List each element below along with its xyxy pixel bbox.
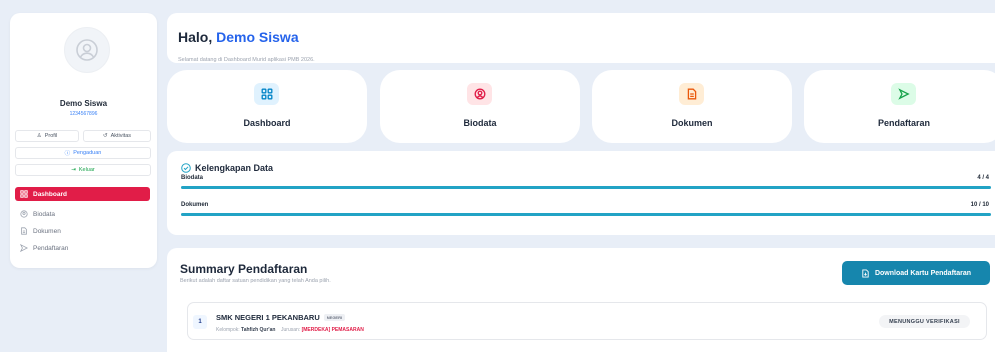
user-circle-icon [20,210,28,218]
card-icon-wrap [467,83,492,105]
card-label: Dokumen [671,118,713,128]
greeting-prefix: Halo, [178,29,213,45]
card-biodata[interactable]: Biodata [380,70,580,143]
send-icon [897,88,910,100]
logout-icon: ⇥ [71,167,76,173]
keluar-label: Keluar [78,167,95,173]
card-dashboard[interactable]: Dashboard [167,70,367,143]
file-icon [21,227,27,235]
file-icon [687,88,696,100]
school-name: SMK NEGERI 1 PEKANBARU [216,313,320,322]
history-icon: ↺ [102,133,108,139]
profil-label: Profil [44,133,58,139]
user-name: Demo Siswa [59,99,108,108]
send-icon [20,244,28,252]
kelengkapan-panel: Kelengkapan Data Biodata 4 / 4 Dokumen 1… [167,151,995,235]
jurusan-label: Jurusan: [281,327,301,333]
sidebar: Demo Siswa 1234567896 ♙ Profil ↺ Aktivit… [10,13,157,268]
sidebar-item-biodata[interactable]: Biodata [15,207,150,221]
biodata-progress-fill [181,186,991,189]
dokumen-progress-count: 10 / 10 [970,202,989,208]
sidebar-item-label: Biodata [33,210,56,218]
profil-button[interactable]: ♙ Profil [15,130,79,142]
user-id: 1234567896 [69,111,98,117]
school-meta: Kelompok: Tahfizh Qur'an Jurusan: [MERDE… [216,327,364,333]
check-circle-icon [181,163,191,173]
user-circle-icon [474,88,485,100]
summary-title: Summary Pendaftaran [180,262,308,276]
user-avatar-icon [76,39,98,61]
sidebar-item-label: Pendaftaran [33,244,69,252]
sidebar-item-pendaftaran[interactable]: Pendaftaran [15,241,150,255]
sidebar-item-dokumen[interactable]: Dokumen [15,224,150,238]
biodata-progress-count: 4 / 4 [977,175,989,181]
dokumen-progress-fill [181,213,991,216]
pengaduan-button[interactable]: ⓘ Pengaduan [15,147,151,159]
download-label: Download Kartu Pendaftaran [874,269,972,277]
grid-icon [20,190,28,198]
card-icon-wrap [254,83,279,105]
card-icon-wrap [679,83,704,105]
sidebar-item-dashboard[interactable]: Dashboard [15,187,150,201]
card-pendaftaran[interactable]: Pendaftaran [804,70,995,143]
download-card-button[interactable]: Download Kartu Pendaftaran [842,261,990,285]
card-label: Biodata [463,118,497,128]
avatar[interactable] [64,27,110,73]
dokumen-progress-label: Dokumen [181,202,209,208]
biodata-progress-track [181,186,991,189]
card-icon-wrap [891,83,916,105]
summary-panel: Summary Pendaftaran Berikut adalah dafta… [167,248,995,352]
card-dokumen[interactable]: Dokumen [592,70,792,143]
greeting-title: Halo, Demo Siswa [178,29,299,45]
summary-subtitle: Berikut adalah daftar satuan pendidikan … [180,278,331,284]
dokumen-progress-track [181,213,991,216]
greeting-subtitle: Selamat datang di Dashboard Murid aplika… [178,57,315,63]
grid-icon [261,88,272,100]
document-download-icon [862,268,869,278]
school-type-badge: NEGERI [323,314,346,321]
card-label: Dashboard [243,118,291,128]
aktivitas-button[interactable]: ↺ Aktivitas [83,130,151,142]
status-badge: MENUNGGU VERIFIKASI [879,315,970,328]
school-name-row: SMK NEGERI 1 PEKANBARU NEGERI [216,313,346,322]
kelengkapan-title: Kelengkapan Data [181,163,273,173]
pengaduan-label: Pengaduan [73,150,102,156]
sidebar-item-label: Dashboard [33,190,67,198]
card-label: Pendaftaran [877,118,930,128]
aktivitas-label: Aktivitas [110,133,132,139]
kelompok-label: Kelompok: [216,327,240,333]
biodata-progress-label: Biodata [181,175,204,181]
greeting-panel: Halo, Demo Siswa Selamat datang di Dashb… [167,13,995,63]
school-choice-row: 1 SMK NEGERI 1 PEKANBARU NEGERI Kelompok… [187,302,987,340]
sidebar-item-label: Dokumen [33,227,61,235]
choice-number: 1 [193,315,207,329]
keluar-button[interactable]: ⇥ Keluar [15,164,151,176]
greeting-name: Demo Siswa [216,29,299,45]
user-icon: ♙ [36,133,42,139]
kelompok-value: Tahfizh Qur'an [241,327,276,333]
kelengkapan-title-text: Kelengkapan Data [195,163,274,173]
jurusan-value: [MERDEKA] PEMASARAN [301,327,364,333]
info-circle-icon: ⓘ [64,151,71,157]
